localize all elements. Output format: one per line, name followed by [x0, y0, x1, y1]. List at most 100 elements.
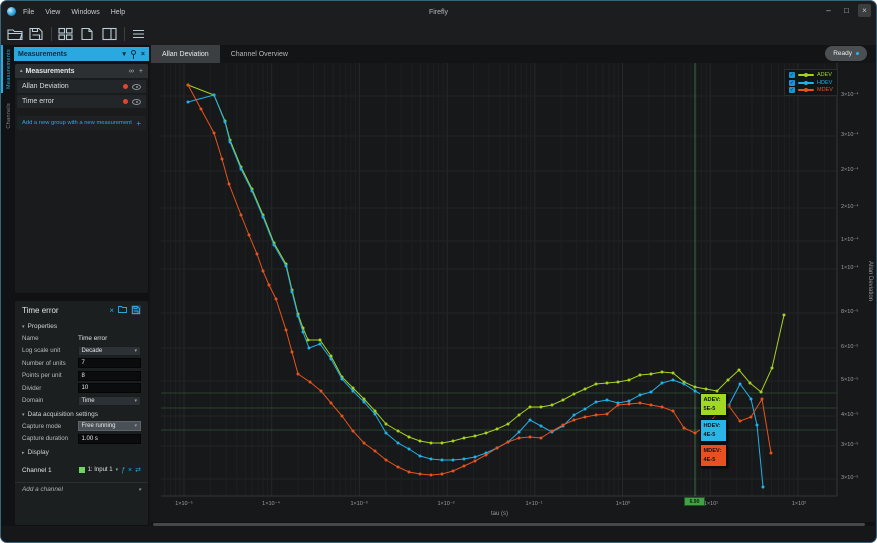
dock-strip: Measurements Channels: [1, 45, 14, 526]
list-menu-icon[interactable]: [131, 27, 147, 41]
folder-icon[interactable]: [118, 305, 127, 315]
panel-menu-icon[interactable]: ▾: [122, 50, 126, 58]
dock-tab-label: Measurements: [6, 49, 12, 89]
x-tick-label: 1×10⁻⁴: [254, 501, 288, 507]
section-title: Display: [28, 449, 49, 456]
series-hdev: [188, 95, 763, 487]
allan-deviation-chart[interactable]: ✓ADEV✓HDEV✓MDEV1×10⁻⁵1×10⁻⁴1×10⁻³1×10⁻²1…: [151, 63, 875, 522]
y-axis-title: Allan Deviation: [867, 261, 873, 301]
menu-windows[interactable]: Windows: [71, 9, 99, 16]
add-channel-button[interactable]: Add a channel ▾: [15, 482, 148, 496]
dock-tab-channels[interactable]: Channels: [1, 99, 14, 133]
legend-checkbox[interactable]: ✓: [789, 80, 795, 86]
property-dropdown[interactable]: Free running▾: [78, 421, 142, 431]
dropdown-value: Time: [82, 398, 95, 404]
close-button[interactable]: ×: [858, 4, 871, 17]
property-row: Points per unit8: [15, 370, 148, 383]
properties-panel-titlebar: Time error ×: [15, 301, 148, 319]
x-tick-label: 1×10⁻⁵: [167, 501, 201, 507]
legend-checkbox[interactable]: ✓: [789, 72, 795, 78]
property-value: Time error: [78, 335, 107, 342]
measurement-item[interactable]: Allan Deviation: [17, 80, 146, 93]
maximize-button[interactable]: □: [840, 4, 853, 17]
y-tick-label: 3×10⁻⁵: [841, 475, 859, 481]
legend-checkbox[interactable]: ✓: [789, 87, 795, 93]
collapse-icon[interactable]: ▴: [20, 68, 23, 74]
tab-allan-deviation[interactable]: Allan Deviation: [151, 45, 220, 63]
section-collapse-icon[interactable]: ▾: [22, 412, 25, 418]
cursor-value-badge: 6.90: [684, 497, 705, 506]
section-header-data-acquisition-settings[interactable]: ▾Data acquisition settings: [15, 407, 148, 420]
property-dropdown[interactable]: Decade▾: [78, 346, 142, 356]
close-measurement-icon[interactable]: ×: [109, 306, 114, 315]
section-collapse-icon[interactable]: ▾: [22, 324, 25, 330]
add-group-label: Add a new group with a new measurement: [22, 120, 132, 126]
remove-channel-icon[interactable]: ×: [128, 467, 132, 474]
save-file-icon[interactable]: [29, 27, 45, 41]
dock-tab-measurements[interactable]: Measurements: [1, 45, 14, 93]
link-icon[interactable]: ∞: [129, 68, 134, 75]
legend-row-adev[interactable]: ✓ADEV: [789, 72, 833, 78]
plot-canvas[interactable]: [151, 63, 875, 522]
section-title: Data acquisition settings: [28, 411, 98, 418]
add-measurement-icon[interactable]: +: [139, 68, 143, 75]
property-dropdown[interactable]: Time ▾: [78, 396, 142, 406]
tab-channel-overview[interactable]: Channel Overview: [220, 45, 299, 63]
y-tick-label: 8×10⁻⁵: [841, 309, 859, 315]
property-label: Log scale unit: [22, 347, 78, 354]
function-icon[interactable]: ƒ: [121, 467, 125, 474]
chevron-down-icon[interactable]: ▾: [116, 467, 119, 473]
document-tab-bar: Allan DeviationChannel Overview: [151, 45, 875, 63]
visibility-eye-icon[interactable]: [132, 99, 141, 105]
windows-grid-icon[interactable]: [58, 27, 74, 41]
measurements-panel-header[interactable]: Measurements ▾ ×: [14, 47, 149, 61]
visibility-eye-icon[interactable]: [132, 84, 141, 90]
chevron-down-icon: ▾: [134, 398, 137, 404]
measurement-name: Allan Deviation: [22, 83, 69, 90]
swap-icon[interactable]: ⇄: [135, 466, 141, 474]
open-folder-icon[interactable]: [7, 27, 23, 41]
measurement-item[interactable]: Time error: [17, 95, 146, 108]
legend-dot-icon: [804, 73, 808, 77]
add-group-button[interactable]: Add a new group with a new measurement +: [17, 116, 146, 130]
channel-color-swatch[interactable]: [79, 467, 85, 473]
y-tick-label: 3×10⁻⁴: [841, 132, 859, 138]
callout-hdev: HDEV:4E-5: [700, 419, 727, 442]
menu-file[interactable]: File: [23, 9, 34, 16]
chevron-down-icon[interactable]: ▾: [138, 487, 141, 493]
pin-icon[interactable]: [131, 50, 136, 55]
y-tick-label: 2×10⁻⁴: [841, 204, 859, 210]
new-file-icon[interactable]: [80, 27, 96, 41]
y-tick-label: 3×10⁻⁵: [841, 442, 859, 448]
section-header-display[interactable]: ▸Display: [15, 445, 148, 458]
record-dot-icon: [123, 84, 128, 89]
channel-select[interactable]: 1: Input 1: [88, 467, 113, 473]
property-input[interactable]: 7: [78, 358, 142, 368]
property-input[interactable]: 8: [78, 371, 142, 381]
panel-close-icon[interactable]: ×: [141, 51, 145, 58]
property-input[interactable]: 1.00 s: [78, 434, 142, 444]
y-tick-label: 3×10⁻⁴: [841, 92, 859, 98]
y-tick-label: 4×10⁻⁵: [841, 412, 859, 418]
legend-row-mdev[interactable]: ✓MDEV: [789, 87, 833, 93]
measurement-name: Time error: [22, 98, 54, 105]
property-input[interactable]: 10: [78, 383, 142, 393]
add-channel-label: Add a channel: [22, 486, 63, 493]
plus-icon[interactable]: +: [136, 119, 141, 128]
legend-line-sample: [798, 89, 814, 91]
measurements-group-header[interactable]: ▴ Measurements ∞ +: [15, 64, 148, 78]
section-header-properties[interactable]: ▾Properties: [15, 319, 148, 332]
minimize-button[interactable]: –: [822, 4, 835, 17]
section-collapse-icon[interactable]: ▸: [22, 450, 25, 456]
save-icon[interactable]: [131, 305, 141, 315]
dock-tab-label: Channels: [6, 103, 12, 129]
legend-row-hdev[interactable]: ✓HDEV: [789, 80, 833, 86]
property-label: Capture duration: [22, 435, 78, 442]
y-tick-label: 1×10⁻⁴: [841, 265, 859, 271]
menu-help[interactable]: Help: [111, 9, 125, 16]
left-panel-column: Measurements ▾ × ▴ Measurements ∞ + Alla…: [14, 45, 149, 526]
layout-columns-icon[interactable]: [102, 27, 118, 41]
property-label: Capture mode: [22, 423, 78, 430]
ready-status-button[interactable]: Ready: [825, 46, 867, 61]
menu-view[interactable]: View: [45, 9, 60, 16]
